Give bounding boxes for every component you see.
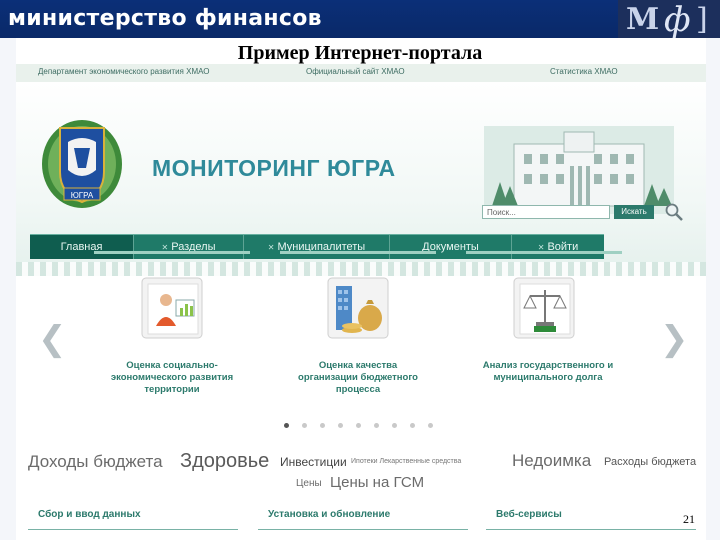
carousel-dot[interactable] [338,423,343,428]
government-building-icon [484,126,674,214]
tag-link[interactable]: Недоимка [512,451,591,471]
nav-item-login[interactable]: ✕ Войти [512,235,604,259]
carousel-dot[interactable] [428,423,433,428]
tag-link[interactable]: Инвестиции [280,455,347,469]
nav-item-municipalities[interactable]: ✕ Муниципалитеты [244,235,390,259]
slide-header: министерство финансов М ф ] [0,0,720,40]
search-button[interactable]: Искать [614,205,654,219]
ministry-title: министерство финансов [8,6,322,31]
card-debt-analysis-icon[interactable] [508,270,582,344]
slide-side-right [706,38,720,540]
carousel-dot[interactable] [374,423,379,428]
tag-link[interactable]: Здоровье [180,450,269,473]
carousel-dot[interactable] [356,423,361,428]
portal-title: МОНИТОРИНГ ЮГРА [152,155,396,181]
carousel-prev-arrow-icon[interactable]: ❮ [38,319,67,359]
card-socioeconomic-icon[interactable] [136,270,210,344]
tag-link[interactable]: Цены на ГСМ [330,474,424,491]
card-label-debt-analysis[interactable]: Анализ государственного и муниципального … [468,360,628,384]
ministry-logo: М ф ] [618,0,720,40]
carousel-dot[interactable] [302,423,307,428]
carousel-next-arrow-icon[interactable]: ❯ [660,319,689,359]
card-top-line [94,251,250,254]
tag-link[interactable]: Доходы бюджета [28,452,163,472]
card-label-budget-quality[interactable]: Оценка качества организации бюджетного про… [278,360,438,396]
tag-link[interactable]: Ипотеки Лекарственные средства [351,458,461,465]
search-input[interactable]: Поиск... [482,205,610,219]
tag-link[interactable]: Цены [296,478,322,489]
card-top-line [466,251,622,254]
carousel-dot[interactable] [320,423,325,428]
bottom-section-data-entry[interactable]: Сбор и ввод данных [28,507,238,530]
slide-page-number: 21 [683,512,695,526]
top-link-statistics[interactable]: Статистика ХМАО [550,67,618,76]
bottom-section-install-update[interactable]: Установка и обновление [258,507,468,530]
portal-screenshot: Департамент экономического развития ХМАО… [16,64,706,540]
svg-text:ЮГРА: ЮГРА [71,191,94,200]
carousel-dot[interactable] [284,423,289,428]
top-links-bar: Департамент экономического развития ХМАО… [16,64,706,83]
slide-title: Пример Интернет-портала [237,42,483,64]
main-nav: Главная ✕ Разделы ✕ Муниципалитеты Докумен… [30,234,604,259]
nav-marker-icon: ✕ [267,243,275,252]
tag-link[interactable]: Расходы бюджета [604,456,696,468]
card-top-line [280,251,436,254]
ugra-emblem-icon: ЮГРА [42,120,122,208]
nav-item-documents[interactable]: Документы [390,235,512,259]
top-link-official-site[interactable]: Официальный сайт ХМАО [306,67,405,76]
slide-side-left [0,38,16,540]
card-budget-quality-icon[interactable] [322,270,396,344]
carousel-dots [284,415,446,433]
bottom-section-web-services[interactable]: Веб-сервисы [486,507,696,530]
nav-item-home[interactable]: Главная [30,235,134,259]
top-link-economy[interactable]: Департамент экономического развития ХМАО [38,67,210,76]
carousel-dot[interactable] [392,423,397,428]
magnifier-icon[interactable] [664,202,684,222]
nav-item-sections[interactable]: ✕ Разделы [134,235,244,259]
portal-banner: ЮГРА МОНИТОРИНГ ЮГРА Поиск... Искать Гла… [16,82,706,276]
carousel-dot[interactable] [410,423,415,428]
card-label-socioeconomic[interactable]: Оценка социально-экономического развития… [92,360,252,396]
